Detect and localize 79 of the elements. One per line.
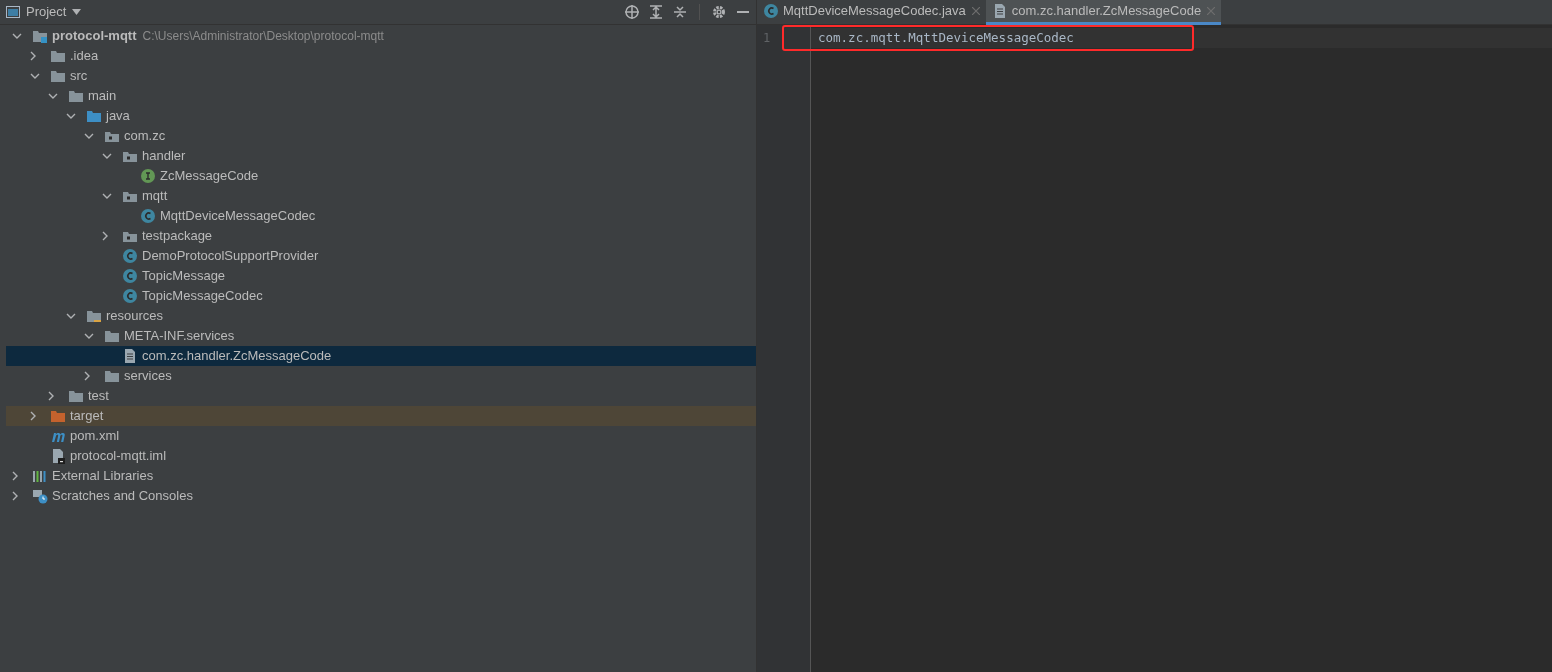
tree-item-label: mqtt <box>142 187 168 206</box>
folder-icon <box>104 368 120 384</box>
tree-item-label: MqttDeviceMessageCodec <box>160 207 316 226</box>
tree-row[interactable]: src <box>6 66 756 86</box>
tree-row[interactable]: main <box>6 86 756 106</box>
tree-item-label: src <box>70 67 88 86</box>
tree-item-label: test <box>88 387 109 406</box>
tree-row[interactable]: External Libraries <box>6 466 756 486</box>
tree-item-label: TopicMessageCodec <box>142 287 263 306</box>
tree-item-label: java <box>106 107 130 126</box>
tree-item-label: testpackage <box>142 227 213 246</box>
tree-row[interactable]: DemoProtocolSupportProvider <box>6 246 756 266</box>
tree-item-label: protocol-mqtt.iml <box>70 447 167 466</box>
folder-icon <box>68 88 84 104</box>
text-file-icon <box>122 348 138 364</box>
editor-tab[interactable]: com.zc.handler.ZcMessageCode <box>985 0 1222 25</box>
class-icon <box>140 208 156 224</box>
tree-row[interactable]: MqttDeviceMessageCodec <box>6 206 756 226</box>
tree-row[interactable]: TopicMessage <box>6 266 756 286</box>
locate-icon[interactable] <box>625 5 639 19</box>
tree-row[interactable]: target <box>6 406 756 426</box>
tree-item-label: com.zc <box>124 127 166 146</box>
folder-icon <box>68 388 84 404</box>
tree-item-label: .idea <box>70 47 99 66</box>
tree-item-label: target <box>70 407 104 426</box>
tree-item-label: META-INF.services <box>124 327 235 346</box>
code-text: com.zc.mqtt.MqttDeviceMessageCodec <box>782 25 1194 51</box>
folder-icon <box>50 48 66 64</box>
scratches-icon <box>32 488 48 504</box>
interface-icon <box>140 168 156 184</box>
tree-row[interactable]: java <box>6 106 756 126</box>
module-folder-icon <box>32 28 48 44</box>
tree-item-label: Scratches and Consoles <box>52 487 193 506</box>
tree-item-label: External Libraries <box>52 467 154 486</box>
expand-all-icon[interactable] <box>649 5 663 19</box>
tree-row[interactable]: TopicMessageCodec <box>6 286 756 306</box>
tree-row[interactable]: test <box>6 386 756 406</box>
panel-title[interactable]: Project <box>26 2 67 22</box>
tree-row[interactable]: com.zc <box>6 126 756 146</box>
class-icon <box>122 288 138 304</box>
tree-row[interactable]: mqtt <box>6 186 756 206</box>
tree-row[interactable]: protocol-mqtt C:\Users\Administrator\Desktop\protocol-mqtt <box>6 26 756 46</box>
tree-row[interactable]: pom.xml <box>6 426 756 446</box>
class-icon <box>122 248 138 264</box>
tree-row[interactable]: handler <box>6 146 756 166</box>
tree-item-label: DemoProtocolSupportProvider <box>142 247 319 266</box>
tree-row[interactable]: testpackage <box>6 226 756 246</box>
tree-item-label: main <box>88 87 117 106</box>
tree-row[interactable]: Scratches and Consoles <box>6 486 756 506</box>
tree-item-label: ZcMessageCode <box>160 167 259 186</box>
tree-item-label: handler <box>142 147 186 166</box>
folder-icon <box>50 408 66 424</box>
panel-icon <box>6 6 20 18</box>
tree-row[interactable]: ZcMessageCode <box>6 166 756 186</box>
tree-item-label: protocol-mqtt <box>52 27 137 46</box>
tree-item-label: TopicMessage <box>142 267 226 286</box>
settings-icon[interactable] <box>712 5 726 19</box>
tree-row[interactable]: .idea <box>6 46 756 66</box>
module-file-icon <box>50 448 66 464</box>
folder-icon <box>86 108 102 124</box>
module-path: C:\Users\Administrator\Desktop\protocol-mqtt <box>142 28 384 45</box>
collapse-all-icon[interactable] <box>673 5 687 19</box>
tree-item-label: services <box>124 367 172 386</box>
tree-row[interactable]: META-INF.services <box>6 326 756 346</box>
tree-item-label: com.zc.handler.ZcMessageCode <box>142 347 332 366</box>
folder-icon <box>50 68 66 84</box>
tree-item-label: resources <box>106 307 164 326</box>
libraries-icon <box>32 468 48 484</box>
tree-row[interactable]: resources <box>6 306 756 326</box>
tree-row[interactable]: services <box>6 366 756 386</box>
class-icon <box>122 268 138 284</box>
class-icon <box>763 3 779 19</box>
tree-row[interactable]: com.zc.handler.ZcMessageCode <box>6 346 756 366</box>
tree-item-label: pom.xml <box>70 427 120 446</box>
editor-tab[interactable]: MqttDeviceMessageCodec.java <box>757 0 986 25</box>
dropdown-caret-icon[interactable] <box>72 9 82 15</box>
folder-icon <box>104 328 120 344</box>
tree-row[interactable]: protocol-mqtt.iml <box>6 446 756 466</box>
resources-folder-icon <box>86 308 102 324</box>
